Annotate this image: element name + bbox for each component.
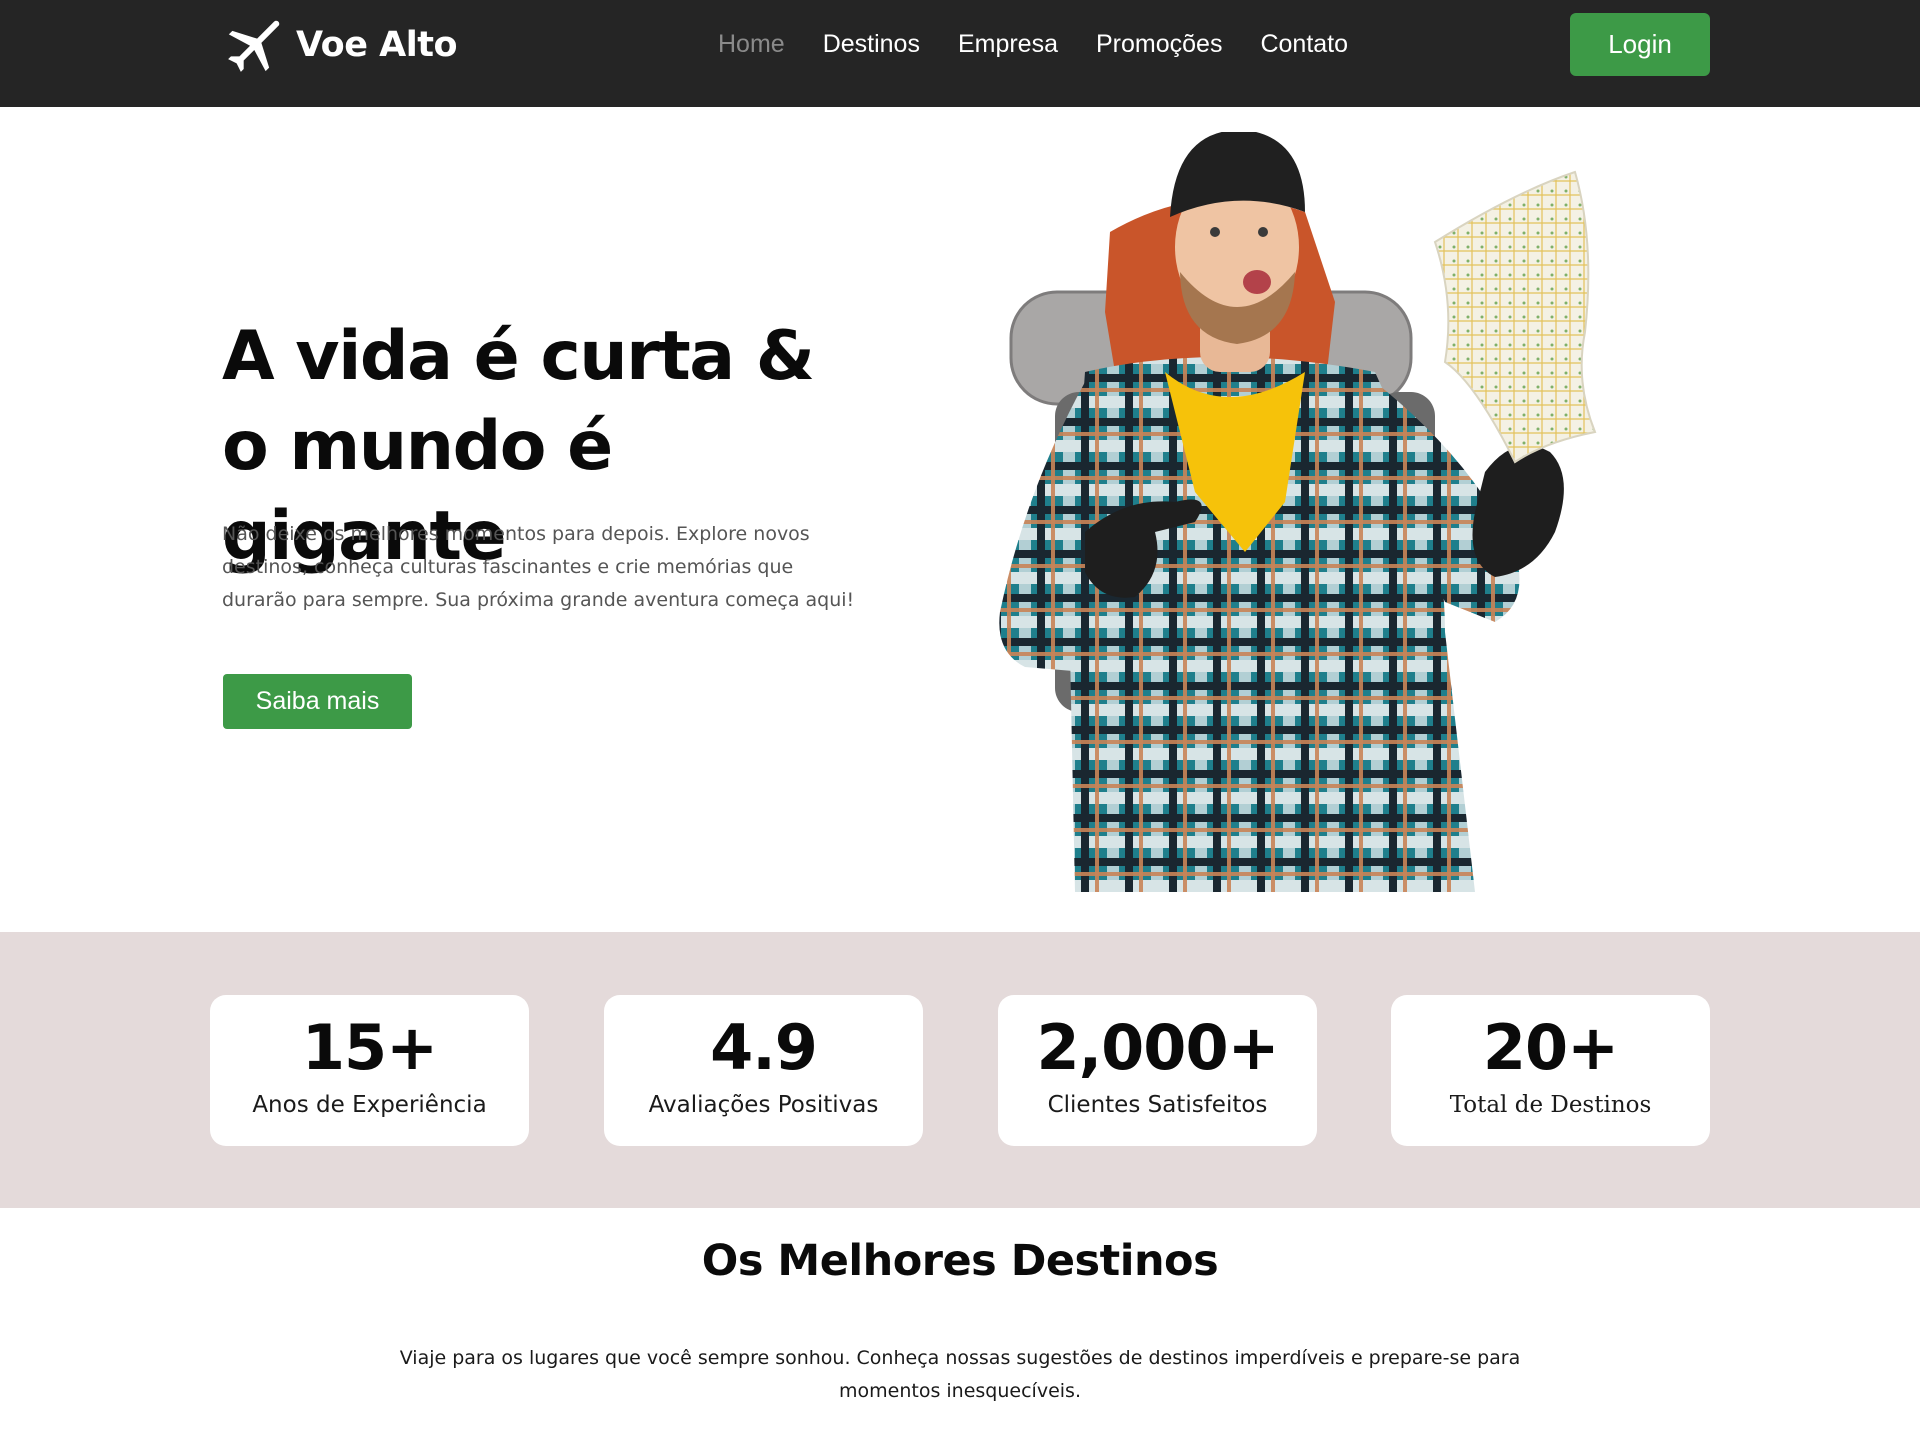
airplane-icon	[228, 20, 280, 72]
stat-label: Clientes Satisfeitos	[1047, 1092, 1268, 1118]
stat-value: 4.9	[710, 1011, 818, 1084]
nav-destinos[interactable]: Destinos	[823, 26, 920, 62]
login-button[interactable]: Login	[1570, 13, 1710, 76]
destinations-title: Os Melhores Destinos	[701, 1236, 1219, 1286]
main-nav: Home Destinos Empresa Promoções Contato	[718, 26, 1348, 62]
nav-contato[interactable]: Contato	[1260, 26, 1348, 62]
stat-card-experience: 15+ Anos de Experiência	[210, 995, 529, 1146]
hero-description: Não deixe os melhores momentos para depo…	[222, 523, 855, 611]
top-navbar: Voe Alto Home Destinos Empresa Promoções…	[0, 0, 1920, 107]
stat-card-clients: 2,000+ Clientes Satisfeitos	[998, 995, 1317, 1146]
stat-value: 2,000+	[1036, 1011, 1279, 1084]
nav-empresa[interactable]: Empresa	[958, 26, 1058, 62]
stat-label: Avaliações Positivas	[648, 1092, 879, 1118]
hero-image-backpacker	[999, 132, 1597, 892]
stat-card-reviews: 4.9 Avaliações Positivas	[604, 995, 923, 1146]
brand-name: Voe Alto	[296, 25, 458, 65]
stat-value: 20+	[1482, 1011, 1619, 1084]
stat-card-destinations: 20+ Total de Destinos	[1391, 995, 1710, 1146]
nav-home[interactable]: Home	[718, 26, 785, 62]
stat-value: 15+	[301, 1011, 438, 1084]
stat-label: Total de Destinos	[1449, 1092, 1652, 1118]
brand-logo[interactable]: Voe Alto	[224, 6, 458, 84]
saiba-mais-button[interactable]: Saiba mais	[223, 674, 412, 729]
nav-promocoes[interactable]: Promoções	[1096, 26, 1222, 62]
stat-label: Anos de Experiência	[252, 1092, 487, 1118]
destinations-description: Viaje para os lugares que você sempre so…	[399, 1347, 1521, 1402]
